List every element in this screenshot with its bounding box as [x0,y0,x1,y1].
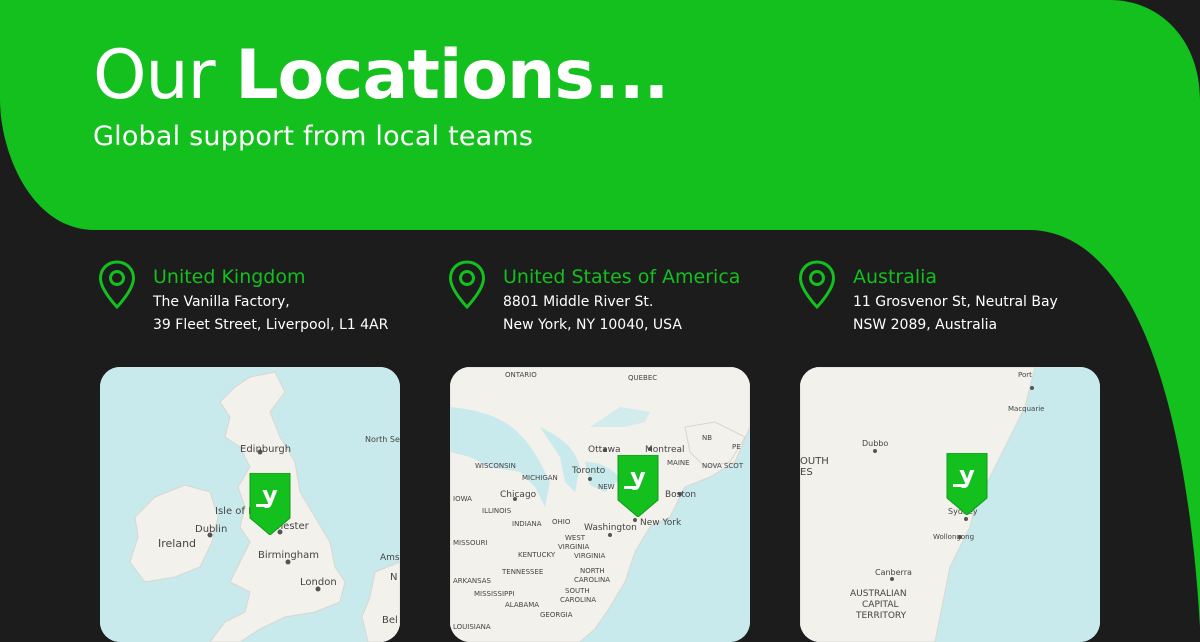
address-line-1: 8801 Middle River St. [503,294,654,310]
map-label-washington: Washington [584,523,637,533]
brand-marker-icon[interactable]: y [616,455,660,517]
map-label-north-2: CAROLINA [574,576,610,584]
map-label-toronto: Toronto [571,466,606,476]
map-label-south-1: SOUTH [565,587,590,595]
map-label-michigan: MICHIGAN [522,474,558,482]
map-label-quebec: QUEBEC [628,374,657,382]
map-label-north-1: NORTH [580,567,605,575]
map-label-nb: NB [702,434,712,442]
map-label-tennessee: TENNESSEE [501,568,543,576]
title-bold: Locations... [235,36,669,115]
address-line-1: The Vanilla Factory, [153,294,290,310]
map-usa[interactable]: ONTARIO QUEBEC NB PE Ottawa Montreal MAI… [450,367,750,642]
map-label-wisconsin: WISCONSIN [475,462,516,470]
map-label-london: London [300,577,337,588]
map-label-boston: Boston [665,490,696,500]
map-label-montreal: Montreal [645,445,685,455]
map-label-port-1: Port [1018,371,1032,379]
map-label-ams: Ams [380,553,400,563]
map-label-dublin: Dublin [195,524,227,535]
map-label-new-york: New York [640,518,682,528]
map-label-illinois: ILLINOIS [482,507,512,515]
map-label-n: N [390,572,397,583]
page-title: Our Locations... [93,36,669,115]
map-label-alabama: ALABAMA [505,601,539,609]
map-label-canberra: Canberra [875,568,912,577]
location-country: Australia [853,266,938,288]
map-label-act-1: AUSTRALIAN [850,589,907,599]
page-header: Our Locations... Global support from loc… [93,36,669,154]
map-label-west-1: WEST [565,534,586,542]
map-label-virginia: VIRGINIA [574,552,606,560]
map-label-dubbo: Dubbo [862,439,888,448]
map-label-edinburgh: Edinburgh [240,444,291,455]
map-uk[interactable]: Edinburgh North Se Isle of M Dublin Irel… [100,367,400,642]
location-country: United Kingdom [153,266,306,288]
map-label-chicago: Chicago [500,490,537,500]
page-subtitle: Global support from local teams [93,121,534,152]
title-light: Our [93,36,236,115]
map-pin-icon [448,260,486,310]
map-label-ireland: Ireland [158,537,196,550]
map-label-north-sea: North Se [365,435,400,444]
map-australia[interactable]: Port Macquarie Dubbo OUTH ES Sydney Woll… [800,367,1100,642]
map-label-mississippi: MISSISSIPPI [474,590,515,598]
map-label-pe: PE [732,443,741,451]
brand-marker-icon[interactable]: y [248,473,292,535]
brand-marker-icon[interactable]: y [945,453,989,515]
map-usa-canvas: ONTARIO QUEBEC NB PE Ottawa Montreal MAI… [450,367,750,642]
address-line-2: New York, NY 10040, USA [503,317,682,333]
map-label-kentucky: KENTUCKY [518,551,556,559]
map-label-bel: Bel [382,615,398,626]
map-label-act-2: CAPITAL [862,600,899,610]
address-line-1: 11 Grosvenor St, Neutral Bay [853,294,1058,310]
map-label-wollongong: Wollongong [933,533,974,541]
map-label-port-2: Macquarie [1008,405,1044,413]
address-line-2: 39 Fleet Street, Liverpool, L1 4AR [153,317,389,333]
address-line-2: NSW 2089, Australia [853,317,998,333]
map-label-south-2: CAROLINA [560,596,596,604]
map-label-ontario: ONTARIO [505,371,537,379]
map-pin-icon [98,260,136,310]
map-label-ottawa: Ottawa [588,445,621,455]
map-label-south-2: ES [800,467,813,478]
map-label-louisiana: LOUISIANA [453,623,491,631]
map-label-indiana: INDIANA [512,520,542,528]
map-label-nova-scotia: NOVA SCOT [702,462,744,470]
map-label-maine: MAINE [667,459,690,467]
map-label-georgia: GEORGIA [540,611,573,619]
map-label-ohio: OHIO [552,518,571,526]
map-label-act-3: TERRITORY [855,611,907,621]
map-label-arkansas: ARKANSAS [453,577,492,585]
map-label-missouri: MISSOURI [453,539,488,547]
map-label-south-1: OUTH [800,456,829,467]
map-label-west-2: VIRGINIA [558,543,590,551]
location-country: United States of America [503,266,741,288]
map-label-new: NEW [598,483,615,491]
map-pin-icon [798,260,836,310]
map-label-iowa: IOWA [453,495,472,503]
map-label-birmingham: Birmingham [258,550,319,561]
